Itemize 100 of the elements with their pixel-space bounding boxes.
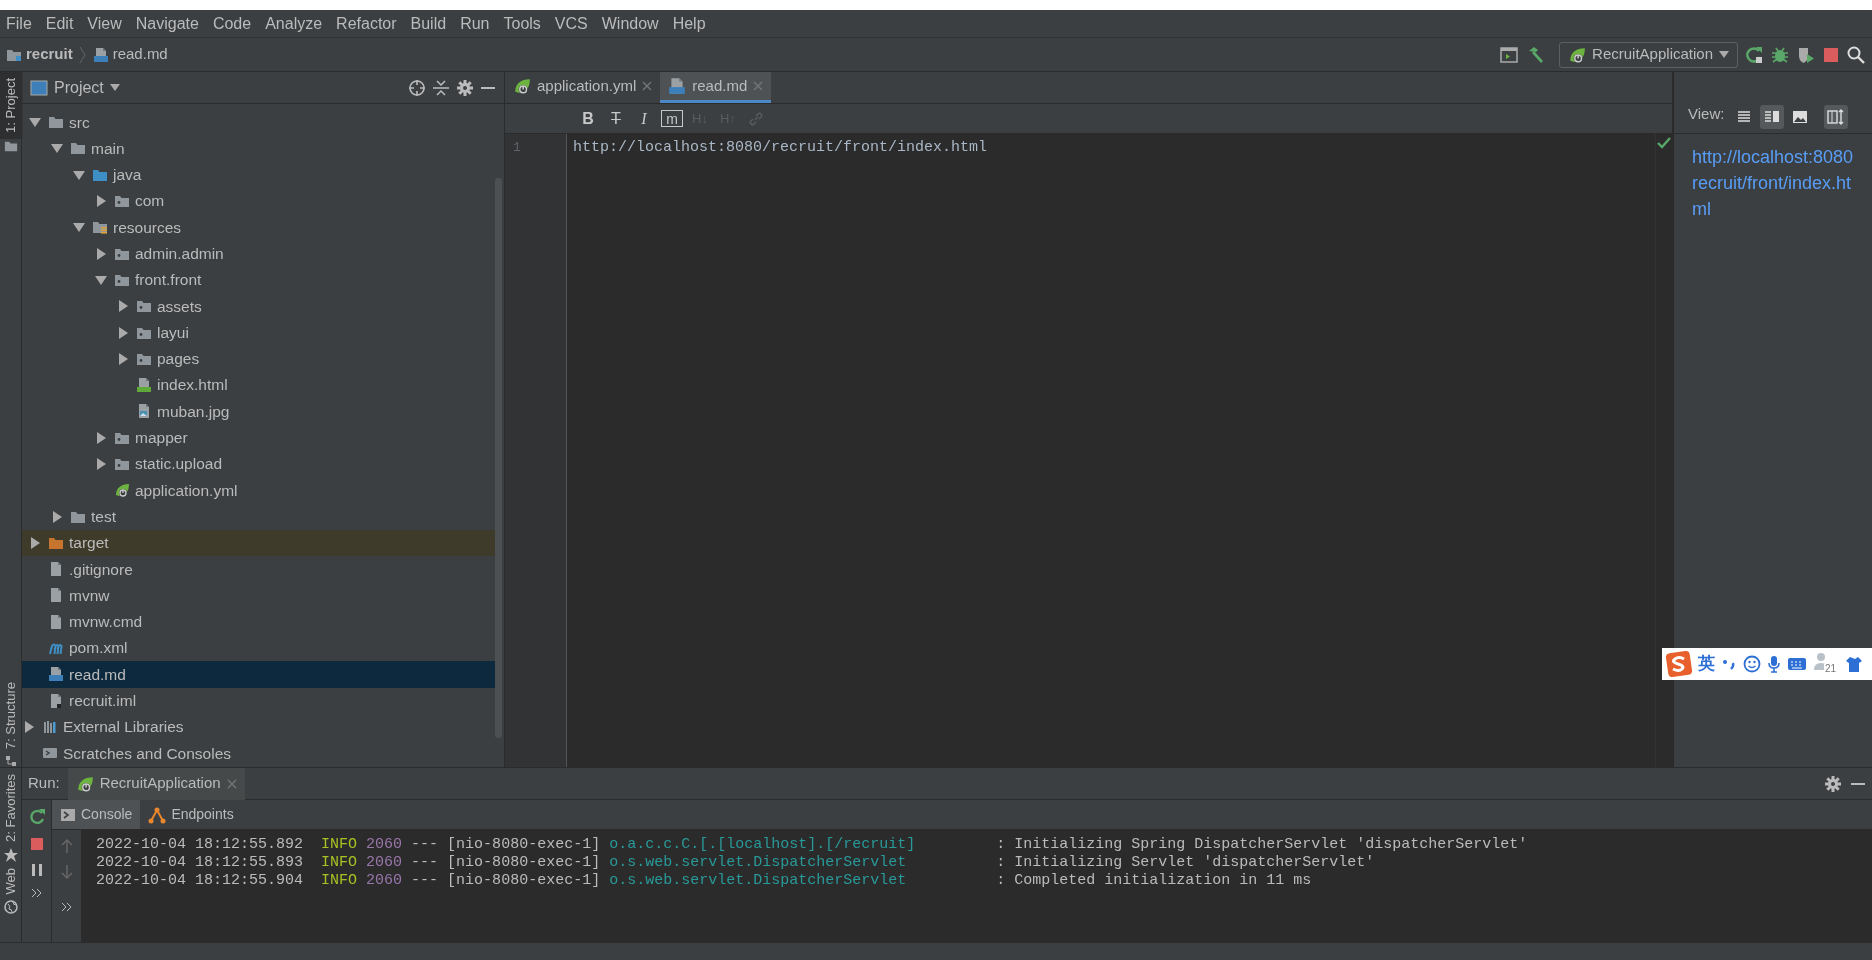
editor-tab[interactable]: application.yml (505, 72, 661, 103)
menu-item[interactable]: Build (404, 11, 455, 36)
format-button[interactable]: I (633, 107, 655, 130)
editor-tab[interactable]: read.md (660, 72, 772, 103)
tree-item[interactable]: External Libraries (22, 713, 495, 741)
tree-item[interactable]: recruit.iml (22, 687, 495, 714)
expanded-arrow-icon[interactable] (29, 116, 41, 129)
tree-item[interactable]: main (22, 135, 495, 162)
collapsed-arrow-icon[interactable] (95, 247, 107, 260)
terminal-icon[interactable] (1499, 44, 1520, 65)
menu-item[interactable]: Run (454, 11, 498, 36)
shirt-icon[interactable] (1845, 655, 1863, 673)
menu-item[interactable]: Code (206, 11, 260, 36)
sync-scroll-button[interactable] (1824, 105, 1849, 129)
tree-item[interactable]: target (22, 529, 495, 557)
menu-item[interactable]: Refactor (330, 11, 405, 36)
collapsed-arrow-icon[interactable] (23, 720, 35, 733)
smiley-icon[interactable] (1743, 655, 1761, 673)
search-icon[interactable] (1846, 44, 1866, 65)
caret-icon[interactable] (109, 83, 120, 92)
rerun-icon[interactable] (27, 808, 46, 826)
tree-item[interactable]: static.upload (22, 450, 495, 478)
stop-icon[interactable] (1822, 45, 1840, 64)
tree-item[interactable]: mvnw.cmd (22, 608, 495, 635)
collapse-all-icon[interactable] (432, 78, 450, 97)
collapsed-arrow-icon[interactable] (117, 326, 129, 339)
scrollbar[interactable] (495, 178, 502, 738)
tree-item[interactable]: resources (22, 214, 495, 241)
stop-icon[interactable] (28, 836, 45, 852)
menu-item[interactable]: File (0, 11, 40, 36)
folder-icon (92, 219, 108, 236)
collapsed-arrow-icon[interactable] (95, 431, 107, 444)
menu-item[interactable]: VCS (548, 11, 596, 36)
tree-item[interactable]: Scratches and Consoles (22, 740, 495, 767)
breadcrumb-item[interactable]: recruit (6, 43, 73, 66)
preview-link[interactable]: http://localhost:8080 recruit/front/index.ht ml (1674, 134, 1872, 222)
format-button[interactable]: m (661, 110, 683, 127)
tree-item[interactable]: read.md (22, 661, 495, 688)
side-tab[interactable]: 7: Structure (0, 675, 23, 755)
run-configuration-dropdown[interactable]: RecruitApplication (1559, 41, 1738, 68)
menu-item[interactable]: Window (595, 11, 667, 36)
expanded-arrow-icon[interactable] (51, 142, 63, 155)
tree-item[interactable]: layui (22, 319, 495, 346)
locate-icon[interactable] (408, 78, 426, 97)
side-tab[interactable]: 2: Favorites (0, 768, 23, 848)
tree-item[interactable]: pages (22, 345, 495, 372)
tree-item[interactable]: test (22, 503, 495, 530)
format-button[interactable]: T (605, 107, 627, 130)
tree-item[interactable]: java (22, 161, 495, 188)
more-icon[interactable] (60, 902, 73, 912)
tree-item[interactable]: application.yml (22, 477, 495, 504)
tree-item[interactable]: src (22, 109, 495, 136)
tree-item[interactable]: admin.admin (22, 240, 495, 267)
menu-item[interactable]: Help (666, 11, 714, 36)
collapsed-arrow-icon[interactable] (95, 458, 107, 470)
settings-icon[interactable] (456, 78, 474, 97)
menu-item[interactable]: Edit (39, 11, 82, 36)
panel-title[interactable]: Project (54, 75, 104, 100)
menu-item[interactable]: Analyze (259, 11, 331, 36)
rerun-icon[interactable] (1744, 44, 1764, 65)
tree-item[interactable]: front.front (22, 266, 495, 294)
tree-item[interactable]: com (22, 187, 495, 215)
menu-item[interactable]: Tools (497, 11, 549, 36)
tree-item[interactable]: mvnw (22, 582, 495, 609)
collapsed-arrow-icon[interactable] (117, 352, 129, 365)
menu-item[interactable]: Navigate (129, 11, 207, 36)
run-tab[interactable]: RecruitApplication (67, 767, 245, 800)
collapsed-arrow-icon[interactable] (117, 300, 129, 313)
side-tab[interactable]: Web (0, 861, 23, 901)
tree-item[interactable]: pom.xml (22, 634, 495, 662)
tree-item[interactable]: assets (22, 293, 495, 320)
close-icon[interactable] (642, 81, 653, 91)
breadcrumb-item[interactable]: read.md (92, 43, 168, 66)
logo-icon[interactable] (1666, 651, 1692, 677)
format-button[interactable]: B (577, 107, 599, 130)
check-icon (1657, 136, 1671, 150)
settings-icon[interactable] (1824, 774, 1842, 793)
expanded-arrow-icon[interactable] (73, 168, 85, 181)
nodes-icon (148, 805, 167, 824)
panel-icon (30, 79, 48, 96)
console-tab[interactable]: Console (52, 800, 141, 829)
expanded-arrow-icon[interactable] (95, 273, 107, 286)
console-tab[interactable]: Endpoints (140, 800, 242, 829)
expanded-arrow-icon[interactable] (73, 221, 85, 234)
collapsed-arrow-icon[interactable] (29, 536, 41, 549)
side-tab[interactable]: 1: Project (0, 72, 23, 139)
keyboard-icon[interactable] (1787, 656, 1807, 672)
microphone-icon[interactable] (1767, 655, 1781, 673)
menu-item[interactable]: View (81, 11, 130, 36)
collapsed-arrow-icon[interactable] (51, 510, 63, 523)
view-mode-button[interactable] (1760, 105, 1785, 129)
tree-item[interactable]: .gitignore (22, 556, 495, 583)
folder-icon (114, 456, 130, 472)
more-icon[interactable] (30, 888, 43, 898)
log-line: 2022-10-04 18:12:55.893 INFO 2060 --- [nio-8080-exec-1] o.s.web.servlet.DispatcherServlet : Initializing Servlet 'dispatcherServlet' (96, 854, 1376, 872)
tree-item[interactable]: index.html (22, 371, 495, 399)
tree-item[interactable]: mapper (22, 424, 495, 451)
tree-item[interactable]: muban.jpg (22, 398, 495, 425)
collapsed-arrow-icon[interactable] (95, 195, 107, 208)
language-toggle[interactable]: 英 (1698, 651, 1715, 677)
